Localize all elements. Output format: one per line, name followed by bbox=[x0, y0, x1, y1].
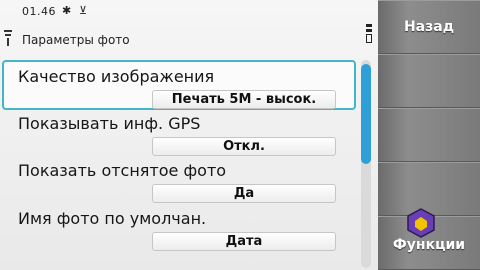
settings-list: Качество изображения Печать 5M - высок. … bbox=[0, 58, 362, 270]
setting-default-photo-name[interactable]: Имя фото по умолчан. Дата bbox=[4, 204, 354, 251]
clock: 01.46 bbox=[22, 5, 56, 18]
setting-image-quality[interactable]: Качество изображения Печать 5M - высок. bbox=[2, 60, 356, 110]
softkey-back-label: Назад bbox=[403, 19, 455, 35]
softkey-empty-2 bbox=[378, 108, 480, 162]
setting-value[interactable]: Печать 5M - высок. bbox=[152, 90, 336, 109]
battery-icon bbox=[366, 24, 372, 43]
signal-icon bbox=[4, 30, 14, 50]
menu-key-icon[interactable] bbox=[406, 208, 436, 238]
scrollbar[interactable] bbox=[361, 60, 371, 268]
setting-show-captured-photo[interactable]: Показать отснятое фото Да bbox=[4, 156, 354, 203]
setting-label: Имя фото по умолчан. bbox=[18, 209, 207, 228]
setting-value[interactable]: Дата bbox=[152, 232, 336, 251]
softkey-options-label: Функции bbox=[392, 237, 466, 253]
setting-show-gps-info[interactable]: Показывать инф. GPS Откл. bbox=[4, 109, 354, 156]
scroll-thumb[interactable] bbox=[361, 64, 371, 164]
setting-value[interactable]: Откл. bbox=[152, 137, 336, 156]
usb-icon: ⊻ bbox=[79, 4, 88, 17]
page-title: Параметры фото bbox=[22, 33, 130, 47]
setting-value[interactable]: Да bbox=[152, 184, 336, 203]
bluetooth-icon: ✱ bbox=[62, 4, 72, 17]
camera-settings-screen: 01.46 ✱ ⊻ Параметры фото Качество изобра… bbox=[0, 0, 480, 270]
status-bar: 01.46 ✱ ⊻ bbox=[0, 0, 362, 30]
setting-label: Показать отснятое фото bbox=[18, 161, 227, 180]
setting-label: Качество изображения bbox=[18, 67, 215, 86]
setting-label: Показывать инф. GPS bbox=[18, 114, 201, 133]
softkey-back[interactable]: Назад bbox=[378, 0, 480, 54]
softkey-empty-1 bbox=[378, 54, 480, 108]
